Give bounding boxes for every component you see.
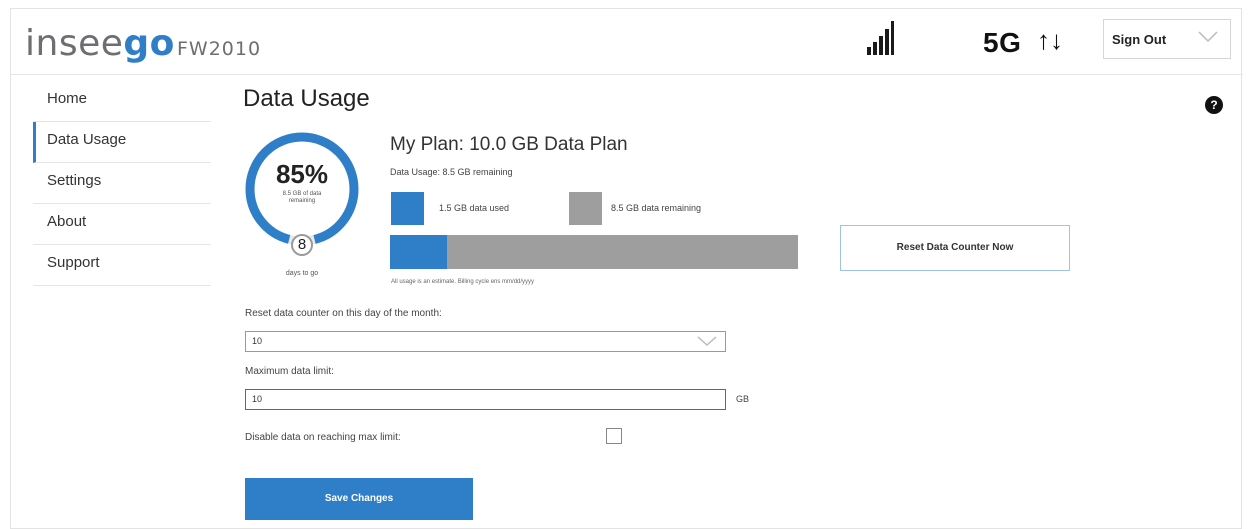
usage-summary: Data Usage: 8.5 GB remaining	[390, 167, 513, 177]
legend-used-swatch	[391, 192, 424, 225]
signal-bar	[873, 42, 877, 55]
header: inseego FW2010 5G ↑↓ Sign Out	[11, 9, 1243, 75]
gauge-ring	[245, 132, 359, 246]
sidebar-item-home[interactable]: Home	[33, 81, 211, 122]
chevron-down-icon	[697, 336, 717, 347]
max-limit-unit: GB	[736, 394, 750, 404]
network-type: 5G	[983, 27, 1022, 58]
usage-bar	[390, 235, 798, 269]
brand-logo: inseego	[25, 23, 175, 64]
estimate-note: All usage is an estimate. Billing cycle …	[391, 279, 535, 285]
sign-out-label: Sign Out	[1112, 32, 1167, 47]
disable-data-label: Disable data on reaching max limit:	[245, 432, 401, 443]
device-model: FW2010	[177, 38, 262, 60]
reset-day-value: 10	[252, 336, 263, 346]
legend-remaining-label: 8.5 GB data remaining	[611, 203, 702, 213]
help-icon[interactable]: ?	[1205, 96, 1223, 114]
signal-bar	[867, 47, 871, 55]
signal-bar	[879, 36, 883, 55]
disable-data-checkbox[interactable]	[606, 428, 622, 444]
sidebar-item-data-usage[interactable]: Data Usage	[33, 122, 211, 163]
brand-prefix: insee	[25, 23, 124, 64]
sign-out-dropdown[interactable]: Sign Out	[1103, 19, 1231, 59]
usage-gauge: 85% 8.5 GB of data remaining 8	[244, 131, 360, 256]
days-to-go-label: days to go	[285, 270, 319, 277]
sidebar-item-label: Data Usage	[47, 131, 127, 148]
sidebar-item-about[interactable]: About	[33, 204, 211, 245]
plan-title: My Plan: 10.0 GB Data Plan	[390, 134, 628, 155]
signal-bar	[885, 29, 889, 55]
max-limit-label: Maximum data limit:	[245, 366, 334, 377]
data-transfer-icon: ↑↓	[1037, 25, 1063, 55]
sidebar-item-support[interactable]: Support	[33, 245, 211, 286]
sidebar-item-label: Settings	[47, 172, 102, 189]
save-changes-button[interactable]: Save Changes	[245, 478, 473, 520]
gauge-subtext: 8.5 GB of data remaining	[282, 191, 322, 204]
sidebar-item-label: About	[47, 213, 87, 230]
sidebar-item-label: Support	[47, 254, 100, 271]
app-frame: inseego FW2010 5G ↑↓ Sign Out Home Data …	[10, 8, 1243, 529]
page-title: Data Usage	[243, 85, 370, 112]
days-remaining-badge: 8	[291, 234, 313, 256]
sidebar: Home Data Usage Settings About Support	[33, 81, 211, 286]
sidebar-item-settings[interactable]: Settings	[33, 163, 211, 204]
max-limit-input[interactable]: 10	[245, 389, 726, 410]
chevron-down-icon	[1198, 31, 1218, 43]
brand-suffix: go	[123, 23, 175, 64]
reset-day-label: Reset data counter on this day of the mo…	[245, 308, 442, 319]
signal-strength-icon	[859, 19, 895, 55]
reset-day-select[interactable]: 10	[245, 331, 726, 352]
legend-used-label: 1.5 GB data used	[439, 203, 510, 213]
legend-remaining-swatch	[569, 192, 602, 225]
sidebar-item-label: Home	[47, 90, 88, 107]
max-limit-value: 10	[252, 394, 263, 404]
gauge-percent: 85%	[275, 159, 329, 189]
usage-bar-fill	[390, 235, 448, 269]
signal-bar	[891, 21, 894, 55]
reset-data-counter-button[interactable]: Reset Data Counter Now	[840, 225, 1070, 271]
